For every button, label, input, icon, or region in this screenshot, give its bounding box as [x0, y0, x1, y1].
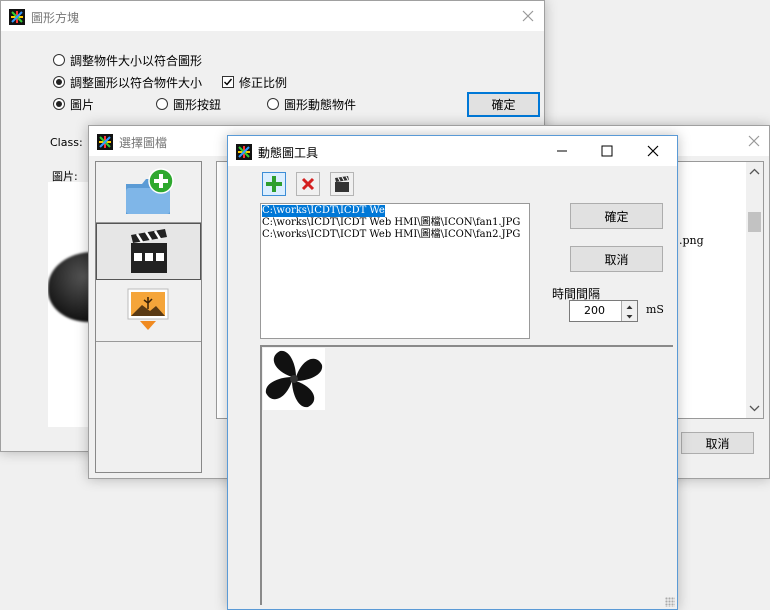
- interval-value[interactable]: 200: [584, 304, 605, 317]
- app-icon: [236, 144, 252, 160]
- class-label: Class:: [50, 136, 83, 149]
- chevron-down-icon: [626, 315, 633, 319]
- resize-grip[interactable]: [665, 597, 675, 607]
- app-icon: [97, 134, 113, 150]
- radio-fit-object-label: 調整物件大小以符合圖形: [70, 54, 203, 68]
- close-icon: [647, 145, 659, 157]
- title-bar: 動態圖工具: [228, 136, 677, 166]
- radio-picture-button[interactable]: [156, 98, 168, 110]
- close-button[interactable]: [506, 1, 550, 31]
- radio-dynamic-object[interactable]: [267, 98, 279, 110]
- clapperboard-icon: [131, 229, 167, 273]
- title-bar: 圖形方塊: [1, 1, 544, 31]
- maximize-button[interactable]: [585, 136, 629, 166]
- radio-fit-picture-label: 調整圖形以符合物件大小: [70, 76, 203, 90]
- picture-preview: [48, 182, 93, 427]
- close-button[interactable]: [732, 126, 770, 156]
- window-title: 圖形方塊: [31, 11, 80, 25]
- scrollbar[interactable]: [746, 162, 763, 418]
- tool-sidebar: [95, 161, 202, 473]
- keep-ratio-label: 修正比例: [239, 76, 288, 90]
- minimize-icon: [557, 150, 567, 152]
- chevron-up-icon[interactable]: [746, 164, 763, 180]
- add-folder-tool[interactable]: [96, 162, 201, 223]
- clapperboard-icon: [335, 176, 349, 192]
- animation-tool-dialog: 動態圖工具 C:\works\ICDT\ICDT We C:\works\ICD…: [227, 135, 678, 610]
- interval-stepper[interactable]: 200: [569, 300, 638, 322]
- file-list-item[interactable]: C:\works\ICDT\ICDT Web HMI\圖檔\ICON\fan1.…: [262, 217, 528, 229]
- chevron-down-icon[interactable]: [746, 400, 763, 416]
- interval-unit: mS: [646, 303, 664, 316]
- import-image-tool[interactable]: [96, 281, 201, 342]
- image-import-icon: [127, 288, 169, 330]
- frame-thumbnail[interactable]: [263, 348, 325, 410]
- delete-frame-button[interactable]: [296, 172, 320, 196]
- add-icon: [266, 176, 282, 192]
- file-list-item-selected[interactable]: C:\works\ICDT\ICDT We: [262, 205, 385, 217]
- maximize-icon: [601, 145, 613, 157]
- checkmark-icon: [224, 78, 233, 86]
- cancel-button[interactable]: 取消: [681, 432, 754, 454]
- frame-file-list[interactable]: C:\works\ICDT\ICDT We C:\works\ICDT\ICDT…: [260, 203, 530, 339]
- scrollbar-thumb[interactable]: [748, 212, 761, 232]
- keep-ratio-checkbox[interactable]: [222, 76, 234, 88]
- delete-icon: [301, 177, 315, 191]
- cancel-button[interactable]: 取消: [570, 246, 663, 272]
- ok-button[interactable]: 確定: [467, 92, 540, 117]
- add-frame-button[interactable]: [262, 172, 286, 196]
- radio-dynamic-object-label: 圖形動態物件: [284, 98, 357, 112]
- app-icon: [9, 9, 25, 25]
- window-title: 動態圖工具: [258, 146, 319, 160]
- radio-picture-button-label: 圖形按鈕: [173, 98, 222, 112]
- add-folder-icon: [126, 168, 174, 214]
- radio-fit-object[interactable]: [53, 54, 65, 66]
- ok-button[interactable]: 確定: [570, 203, 663, 229]
- fan-icon: [265, 350, 323, 408]
- animation-tool[interactable]: [96, 223, 201, 280]
- close-button[interactable]: [631, 136, 675, 166]
- preview-animation-button[interactable]: [330, 172, 354, 196]
- close-icon: [748, 135, 760, 147]
- preview-shape: [48, 252, 93, 322]
- radio-picture-label: 圖片: [70, 98, 95, 112]
- close-icon: [522, 10, 534, 22]
- window-title: 選擇圖檔: [119, 136, 168, 150]
- minimize-button[interactable]: [540, 136, 584, 166]
- file-list-item[interactable]: .png: [679, 234, 704, 247]
- radio-picture[interactable]: [53, 98, 65, 110]
- frame-preview-area[interactable]: [260, 345, 673, 605]
- radio-fit-picture[interactable]: [53, 76, 65, 88]
- stepper-down[interactable]: [621, 311, 637, 321]
- file-list-item[interactable]: C:\works\ICDT\ICDT Web HMI\圖檔\ICON\fan2.…: [262, 229, 528, 241]
